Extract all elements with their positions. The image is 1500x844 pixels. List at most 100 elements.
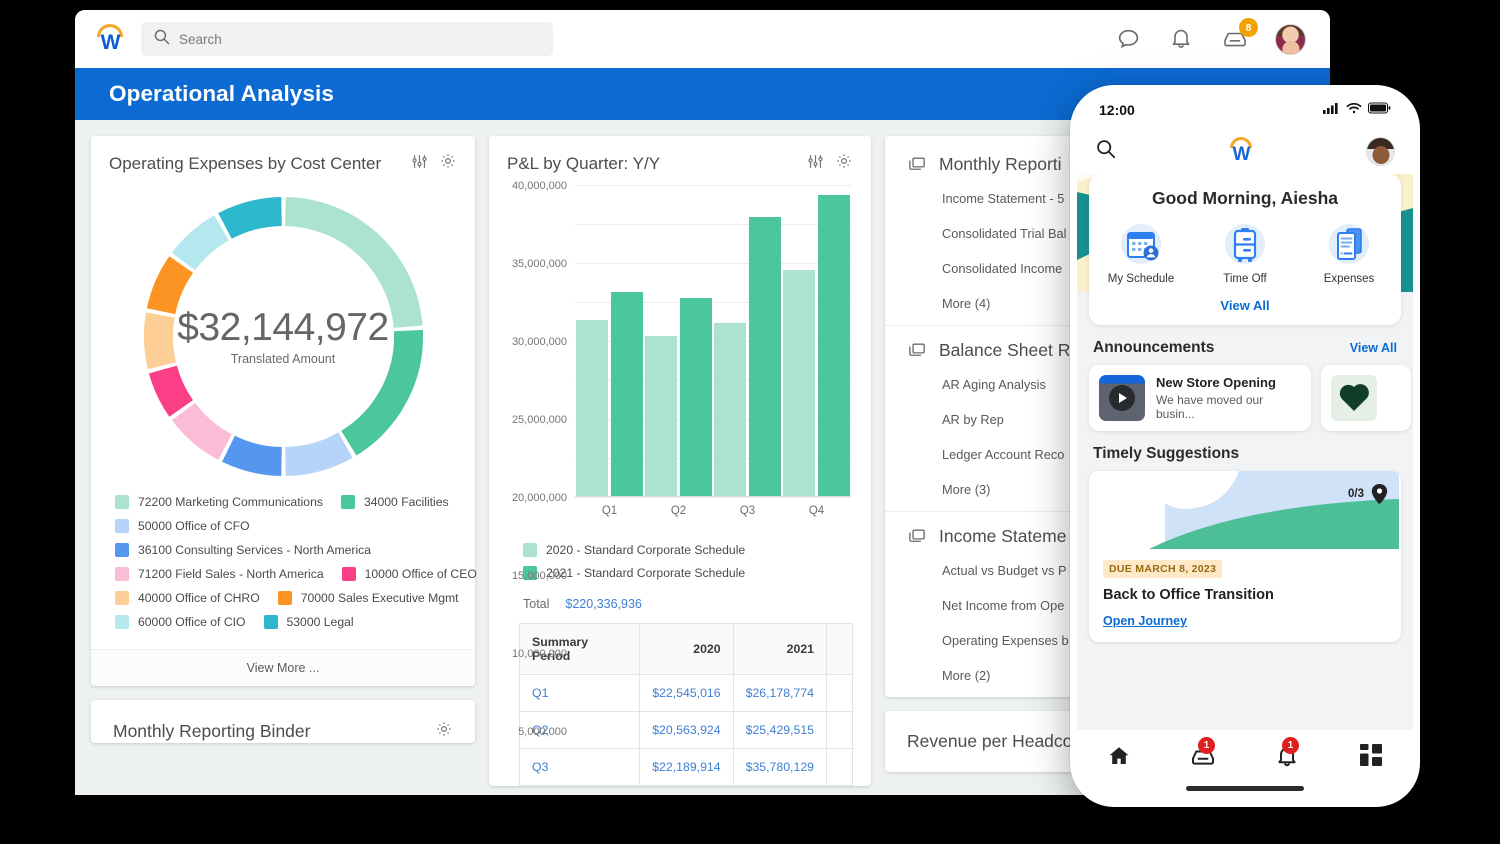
table-cell[interactable]: $22,545,016 — [640, 675, 733, 712]
inbox-badge: 1 — [1198, 737, 1215, 754]
announcements-view-all[interactable]: View All — [1350, 341, 1397, 355]
user-avatar[interactable] — [1275, 24, 1306, 55]
bar[interactable] — [714, 323, 746, 496]
bar[interactable] — [818, 195, 850, 496]
legend-item[interactable]: 53000 Legal — [264, 615, 354, 629]
table-row[interactable]: Q3$22,189,914$35,780,129 — [520, 749, 853, 786]
filter-icon[interactable] — [807, 153, 824, 175]
announcement-card[interactable]: New Store Opening We have moved our busi… — [1089, 365, 1311, 431]
table-cell[interactable]: Q1 — [520, 675, 640, 712]
tab-apps[interactable] — [1329, 744, 1413, 766]
table-cell[interactable]: $20,563,924 — [640, 712, 733, 749]
legend-row: 72200 Marketing Communications 34000 Faci… — [115, 495, 455, 509]
table-cell[interactable]: Q3 — [520, 749, 640, 786]
legend-label: 60000 Office of CIO — [138, 615, 246, 629]
card-actions — [411, 152, 457, 175]
bar[interactable] — [680, 298, 712, 496]
bar-chart[interactable]: 05,000,00010,000,00015,000,00020,000,000… — [489, 181, 871, 533]
phone-screen: 12:00 — [1077, 92, 1413, 800]
legend-row: 60000 Office of CIO 53000 Legal — [115, 615, 455, 629]
table-cell[interactable]: $26,178,774 — [733, 675, 826, 712]
legend-swatch — [115, 615, 129, 629]
copy-icon — [907, 527, 927, 546]
gear-icon[interactable] — [439, 152, 457, 175]
legend-item[interactable]: 34000 Facilities — [341, 495, 449, 509]
bar[interactable] — [645, 336, 677, 496]
legend-swatch — [264, 615, 278, 629]
donut-segment[interactable] — [224, 211, 281, 226]
legend-label: 72200 Marketing Communications — [138, 495, 323, 509]
gridline: 0 — [575, 497, 851, 498]
workday-logo[interactable]: W — [93, 22, 127, 56]
announcement-card[interactable] — [1321, 365, 1411, 431]
tab-inbox[interactable]: 1 — [1161, 744, 1245, 768]
avatar[interactable] — [1366, 137, 1395, 166]
gear-icon[interactable] — [435, 720, 453, 743]
chat-icon[interactable] — [1116, 26, 1142, 52]
total-label: Total — [523, 597, 549, 611]
suggestion-card[interactable]: 0/3 DUE MARCH 8, 2023 Back to Office Tra… — [1089, 471, 1401, 642]
search-input[interactable] — [179, 32, 541, 47]
report-group-title: Monthly Reporti — [939, 154, 1062, 175]
legend-item[interactable]: 50000 Office of CFO — [115, 519, 250, 533]
mobile-phone-device: 12:00 — [1070, 85, 1420, 807]
gear-icon[interactable] — [835, 152, 853, 175]
table-row[interactable]: Q2$20,563,924$25,429,515 — [520, 712, 853, 749]
quick-action-label: My Schedule — [1089, 273, 1193, 285]
suggestion-illustration: 0/3 — [1089, 471, 1401, 549]
x-axis-tick-label: Q4 — [782, 505, 851, 517]
tab-notifications[interactable]: 1 — [1245, 744, 1329, 768]
donut-segment[interactable] — [228, 448, 281, 461]
tab-home[interactable] — [1077, 744, 1161, 768]
legend-item[interactable]: 36100 Consulting Services - North Americ… — [115, 543, 371, 557]
quick-action-my-schedule[interactable]: My Schedule — [1089, 222, 1193, 285]
open-journey-link[interactable]: Open Journey — [1103, 614, 1387, 628]
view-more-button[interactable]: View More ... — [91, 649, 475, 686]
phone-status-bar: 12:00 — [1077, 92, 1413, 128]
bar[interactable] — [749, 217, 781, 496]
legend-item[interactable]: 10000 Office of CEO — [342, 567, 477, 581]
donut-segment[interactable] — [285, 445, 345, 461]
bell-icon[interactable] — [1169, 26, 1195, 52]
quick-action-expenses[interactable]: × Expenses — [1297, 222, 1401, 285]
card-actions — [807, 152, 853, 175]
bar[interactable] — [576, 320, 608, 496]
donut-segment[interactable] — [183, 411, 224, 446]
workday-logo[interactable]: W — [1226, 137, 1256, 165]
apps-grid-icon — [1360, 744, 1382, 766]
y-axis-tick-label: 35,000,000 — [512, 258, 567, 270]
donut-segment[interactable] — [161, 264, 181, 311]
legend-item[interactable]: 70000 Sales Executive Mgmt — [278, 591, 459, 605]
legend-item[interactable]: 71200 Field Sales - North America — [115, 567, 324, 581]
announcement-subtitle: We have moved our busin... — [1156, 393, 1301, 421]
legend-item[interactable]: 60000 Office of CIO — [115, 615, 246, 629]
announcement-title: New Store Opening — [1156, 375, 1301, 390]
table-cell[interactable]: $25,429,515 — [733, 712, 826, 749]
table-row[interactable]: Q1$22,545,016$26,178,774 — [520, 675, 853, 712]
battery-icon — [1368, 101, 1391, 119]
table-cell[interactable]: $22,189,914 — [640, 749, 733, 786]
donut-segment[interactable] — [162, 369, 180, 408]
donut-segment[interactable] — [183, 227, 221, 261]
quick-action-time-off[interactable]: Time Off — [1193, 222, 1297, 285]
bar-groups — [575, 185, 851, 496]
legend-item[interactable]: 72200 Marketing Communications — [115, 495, 323, 509]
donut-chart[interactable]: $32,144,972 Translated Amount — [91, 181, 475, 491]
total-value[interactable]: $220,336,936 — [565, 597, 641, 611]
legend-item[interactable]: 2020 - Standard Corporate Schedule — [523, 543, 745, 557]
bar[interactable] — [611, 292, 643, 496]
search-icon[interactable] — [1095, 138, 1116, 164]
inbox-icon[interactable]: 8 — [1222, 26, 1248, 52]
bar[interactable] — [783, 270, 815, 496]
filter-icon[interactable] — [411, 153, 428, 175]
legend-item[interactable]: 40000 Office of CHRO — [115, 591, 260, 605]
quick-actions-view-all[interactable]: View All — [1089, 298, 1401, 313]
phone-content-scroll[interactable]: Good Morning, Aiesha — [1077, 174, 1413, 800]
search-box[interactable] — [141, 22, 553, 56]
y-axis-tick-label: 40,000,000 — [512, 180, 567, 192]
table-spacer-header — [827, 624, 853, 675]
table-cell[interactable]: $35,780,129 — [733, 749, 826, 786]
table-cell — [827, 749, 853, 786]
x-axis-tick-label: Q3 — [713, 505, 782, 517]
legend-row: 40000 Office of CHRO70000 Sales Executiv… — [115, 591, 455, 605]
